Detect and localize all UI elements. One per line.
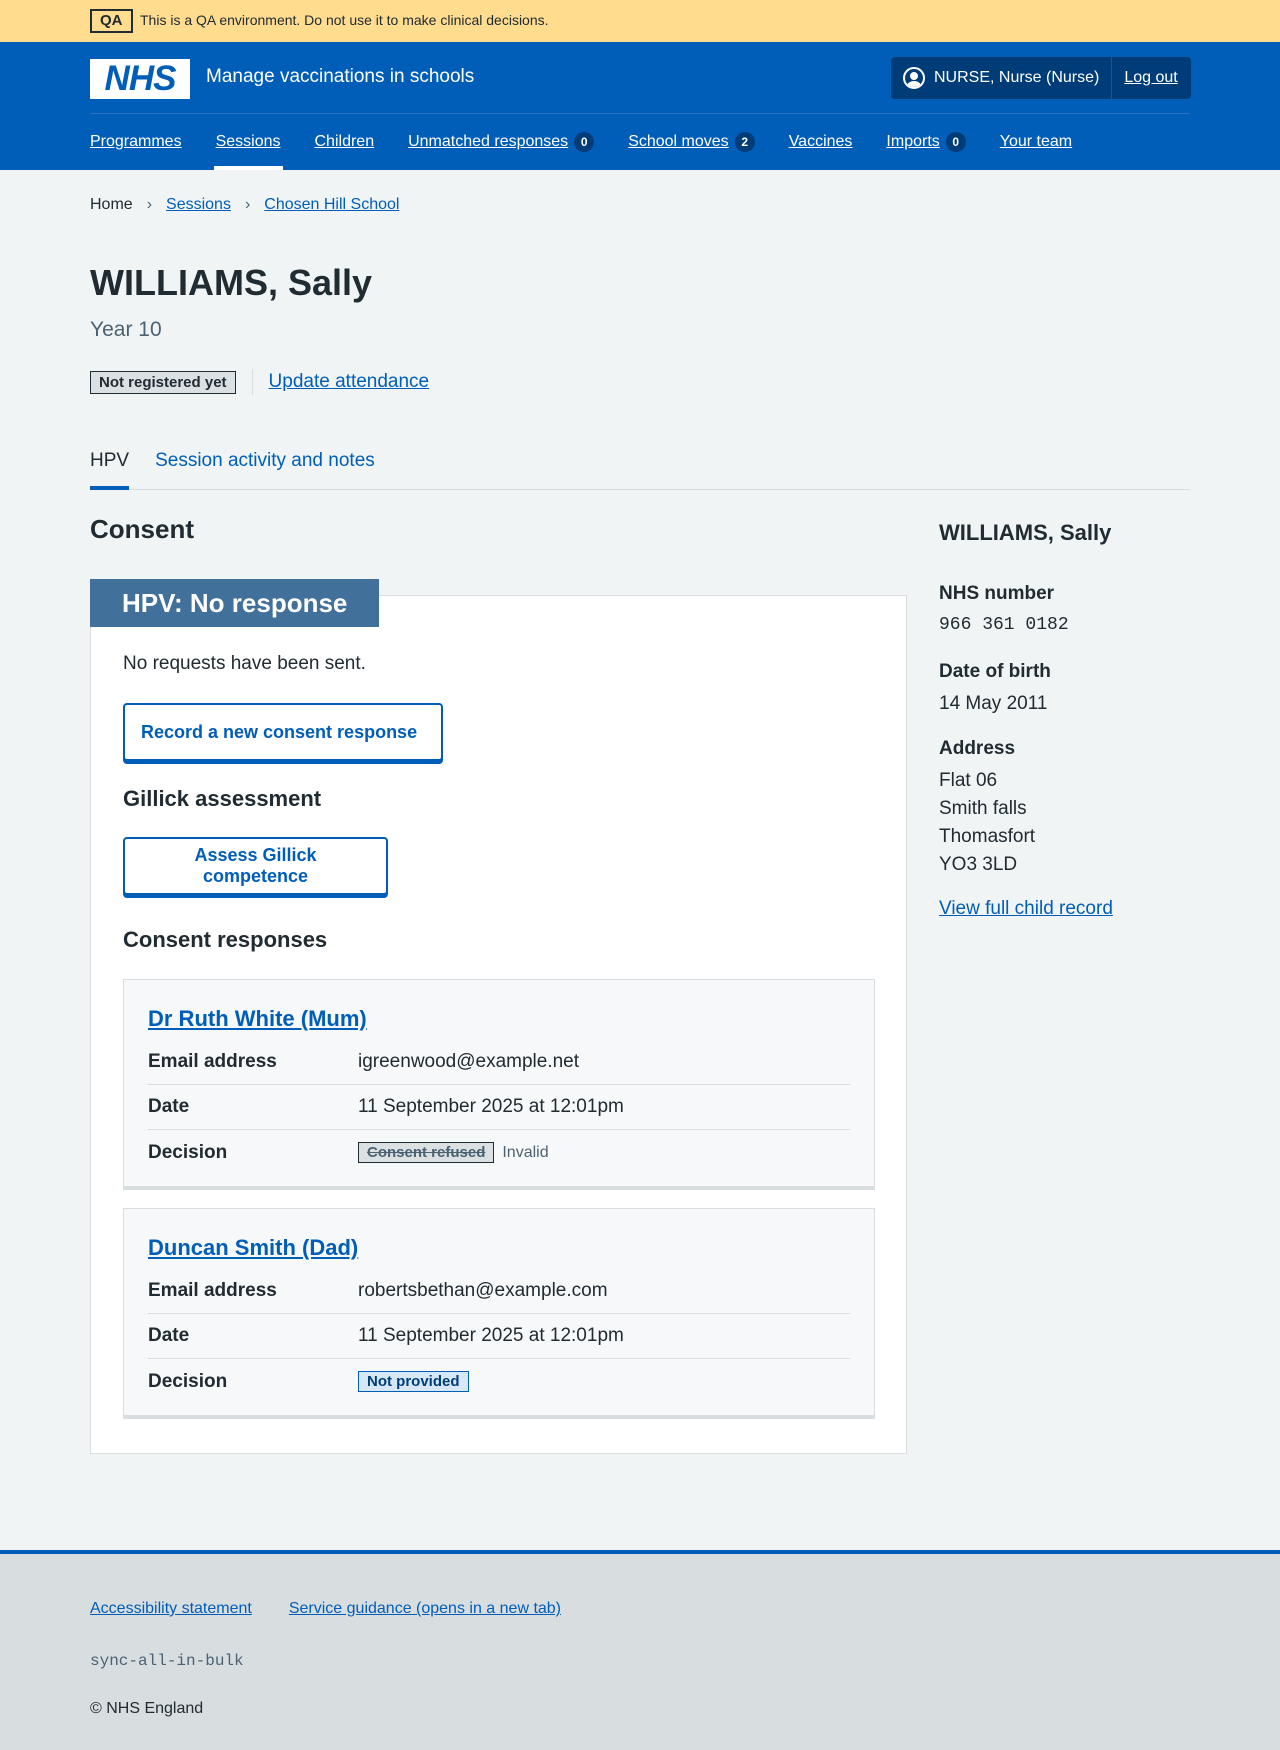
decision-value: Consent refused Invalid <box>358 1142 850 1163</box>
footer-version: sync-all-in-bulk <box>90 1652 244 1670</box>
breadcrumb-home: Home <box>90 196 133 213</box>
accessibility-statement-link[interactable]: Accessibility statement <box>90 1600 252 1618</box>
view-full-record-link[interactable]: View full child record <box>939 898 1113 920</box>
nhs-number-label: NHS number <box>939 583 1055 604</box>
service-name[interactable]: Manage vaccinations in schools <box>206 66 474 88</box>
address-value: Flat 06 Smith falls Thomasfort YO3 3LD <box>939 767 1035 879</box>
breadcrumb: Home › Sessions › Chosen Hill School <box>90 196 399 214</box>
user-icon <box>903 67 925 89</box>
decision-badge: Not provided <box>358 1371 469 1392</box>
footer-copyright: © NHS England <box>90 1700 204 1717</box>
consent-response-card: Duncan Smith (Dad) Email address roberts… <box>123 1208 875 1419</box>
service-guidance-link[interactable]: Service guidance (opens in a new tab) <box>289 1600 561 1618</box>
decision-badge: Consent refused <box>358 1142 495 1163</box>
divider <box>251 369 253 395</box>
consent-heading: Consent <box>90 514 194 544</box>
date-row: Date 11 September 2025 at 12:01pm <box>148 1314 850 1359</box>
nav-link-children[interactable]: Children <box>315 133 375 151</box>
site-header: NHS Manage vaccinations in schools NURSE… <box>0 42 1280 170</box>
logout-link[interactable]: Log out <box>1112 69 1189 87</box>
no-requests-text: No requests have been sent. <box>123 653 366 674</box>
update-attendance-link[interactable]: Update attendance <box>269 371 430 393</box>
page-title: WILLIAMS, Sally <box>90 262 373 303</box>
tab-hpv[interactable]: HPV <box>90 436 130 490</box>
imports-count-badge: 0 <box>945 132 966 152</box>
nav-item-vaccines[interactable]: Vaccines <box>789 114 853 170</box>
qa-banner-text: This is a QA environment. Do not use it … <box>140 12 549 28</box>
email-label: Email address <box>148 1280 277 1301</box>
nav-item-your-team[interactable]: Your team <box>1000 114 1072 170</box>
qa-banner: QA This is a QA environment. Do not use … <box>0 0 1280 42</box>
nav-link-programmes[interactable]: Programmes <box>90 133 182 151</box>
email-value: robertsbethan@example.com <box>358 1280 608 1301</box>
nav-item-programmes[interactable]: Programmes <box>90 114 182 170</box>
account-user-name: NURSE, Nurse (Nurse) <box>934 69 1100 86</box>
date-label: Date <box>148 1325 190 1346</box>
account-menu: NURSE, Nurse (Nurse) Log out <box>891 57 1191 99</box>
dob-label: Date of birth <box>939 661 1051 682</box>
site-footer: Accessibility statement Service guidance… <box>0 1550 1280 1750</box>
nhs-logo[interactable]: NHS <box>90 59 190 99</box>
nav-link-unmatched-responses[interactable]: Unmatched responses <box>408 133 568 151</box>
nav-link-imports[interactable]: Imports <box>886 133 939 151</box>
date-row: Date 11 September 2025 at 12:01pm <box>148 1085 850 1130</box>
decision-note: Invalid <box>502 1143 549 1161</box>
qa-tag: QA <box>90 9 133 33</box>
footer-links: Accessibility statement Service guidance… <box>90 1600 598 1618</box>
address-line: YO3 3LD <box>939 854 1018 875</box>
account-user: NURSE, Nurse (Nurse) <box>891 57 1113 99</box>
nhs-logo-text: NHS <box>104 59 177 98</box>
tabs: HPV Session activity and notes <box>90 436 1190 490</box>
nav-link-sessions[interactable]: Sessions <box>216 133 281 151</box>
decision-label: Decision <box>148 1370 228 1392</box>
email-row: Email address igreenwood@example.net <box>148 1040 850 1085</box>
chevron-right-icon: › <box>244 196 251 213</box>
chevron-right-icon: › <box>146 196 153 213</box>
gillick-heading: Gillick assessment <box>123 786 322 811</box>
consent-card-heading: HPV: No response <box>90 579 380 627</box>
decision-value: Not provided <box>358 1371 850 1392</box>
date-value: 11 September 2025 at 12:01pm <box>358 1096 624 1117</box>
registration-row: Not registered yet Update attendance <box>90 369 429 395</box>
nav-item-school-moves[interactable]: School moves 2 <box>628 114 755 170</box>
nav-link-your-team[interactable]: Your team <box>1000 133 1072 151</box>
registration-status-badge: Not registered yet <box>90 370 236 394</box>
address-line: Flat 06 <box>939 770 998 791</box>
address-line: Thomasfort <box>939 826 1036 847</box>
email-row: Email address robertsbethan@example.com <box>148 1269 850 1314</box>
consent-response-card: Dr Ruth White (Mum) Email address igreen… <box>123 979 875 1190</box>
nav-item-imports[interactable]: Imports 0 <box>886 114 966 170</box>
patient-year: Year 10 <box>90 318 162 341</box>
nav-item-children[interactable]: Children <box>315 114 375 170</box>
tab-session-activity-link[interactable]: Session activity and notes <box>155 450 375 471</box>
tab-session-activity[interactable]: Session activity and notes <box>155 436 375 489</box>
parent-name-link[interactable]: Dr Ruth White (Mum) <box>148 1006 367 1032</box>
breadcrumb-school[interactable]: Chosen Hill School <box>264 196 399 214</box>
nav-link-school-moves[interactable]: School moves <box>628 133 729 151</box>
sidebar-patient-name: WILLIAMS, Sally <box>939 520 1112 545</box>
email-label: Email address <box>148 1051 277 1072</box>
nav-link-vaccines[interactable]: Vaccines <box>789 133 853 151</box>
address-label: Address <box>939 738 1016 759</box>
email-value: igreenwood@example.net <box>358 1051 580 1072</box>
address-line: Smith falls <box>939 798 1027 819</box>
assess-gillick-button[interactable]: Assess Gillick competence <box>123 837 388 895</box>
parent-name-link[interactable]: Duncan Smith (Dad) <box>148 1235 358 1261</box>
nhs-number-value: 966 361 0182 <box>939 615 1069 635</box>
breadcrumb-sessions[interactable]: Sessions <box>166 196 231 214</box>
nav-item-unmatched-responses[interactable]: Unmatched responses 0 <box>408 114 595 170</box>
decision-row: Decision Consent refused Invalid <box>148 1130 850 1175</box>
decision-row: Decision Not provided <box>148 1359 850 1404</box>
dob-value: 14 May 2011 <box>939 693 1048 714</box>
school-moves-count-badge: 2 <box>734 132 755 152</box>
primary-navigation: Programmes Sessions Children Unmatched r… <box>90 114 1106 170</box>
decision-label: Decision <box>148 1141 228 1163</box>
date-label: Date <box>148 1096 190 1117</box>
nav-item-sessions[interactable]: Sessions <box>213 114 283 170</box>
unmatched-count-badge: 0 <box>574 132 595 152</box>
date-value: 11 September 2025 at 12:01pm <box>358 1325 624 1346</box>
record-consent-button[interactable]: Record a new consent response <box>123 703 443 761</box>
consent-responses-heading: Consent responses <box>123 927 328 952</box>
